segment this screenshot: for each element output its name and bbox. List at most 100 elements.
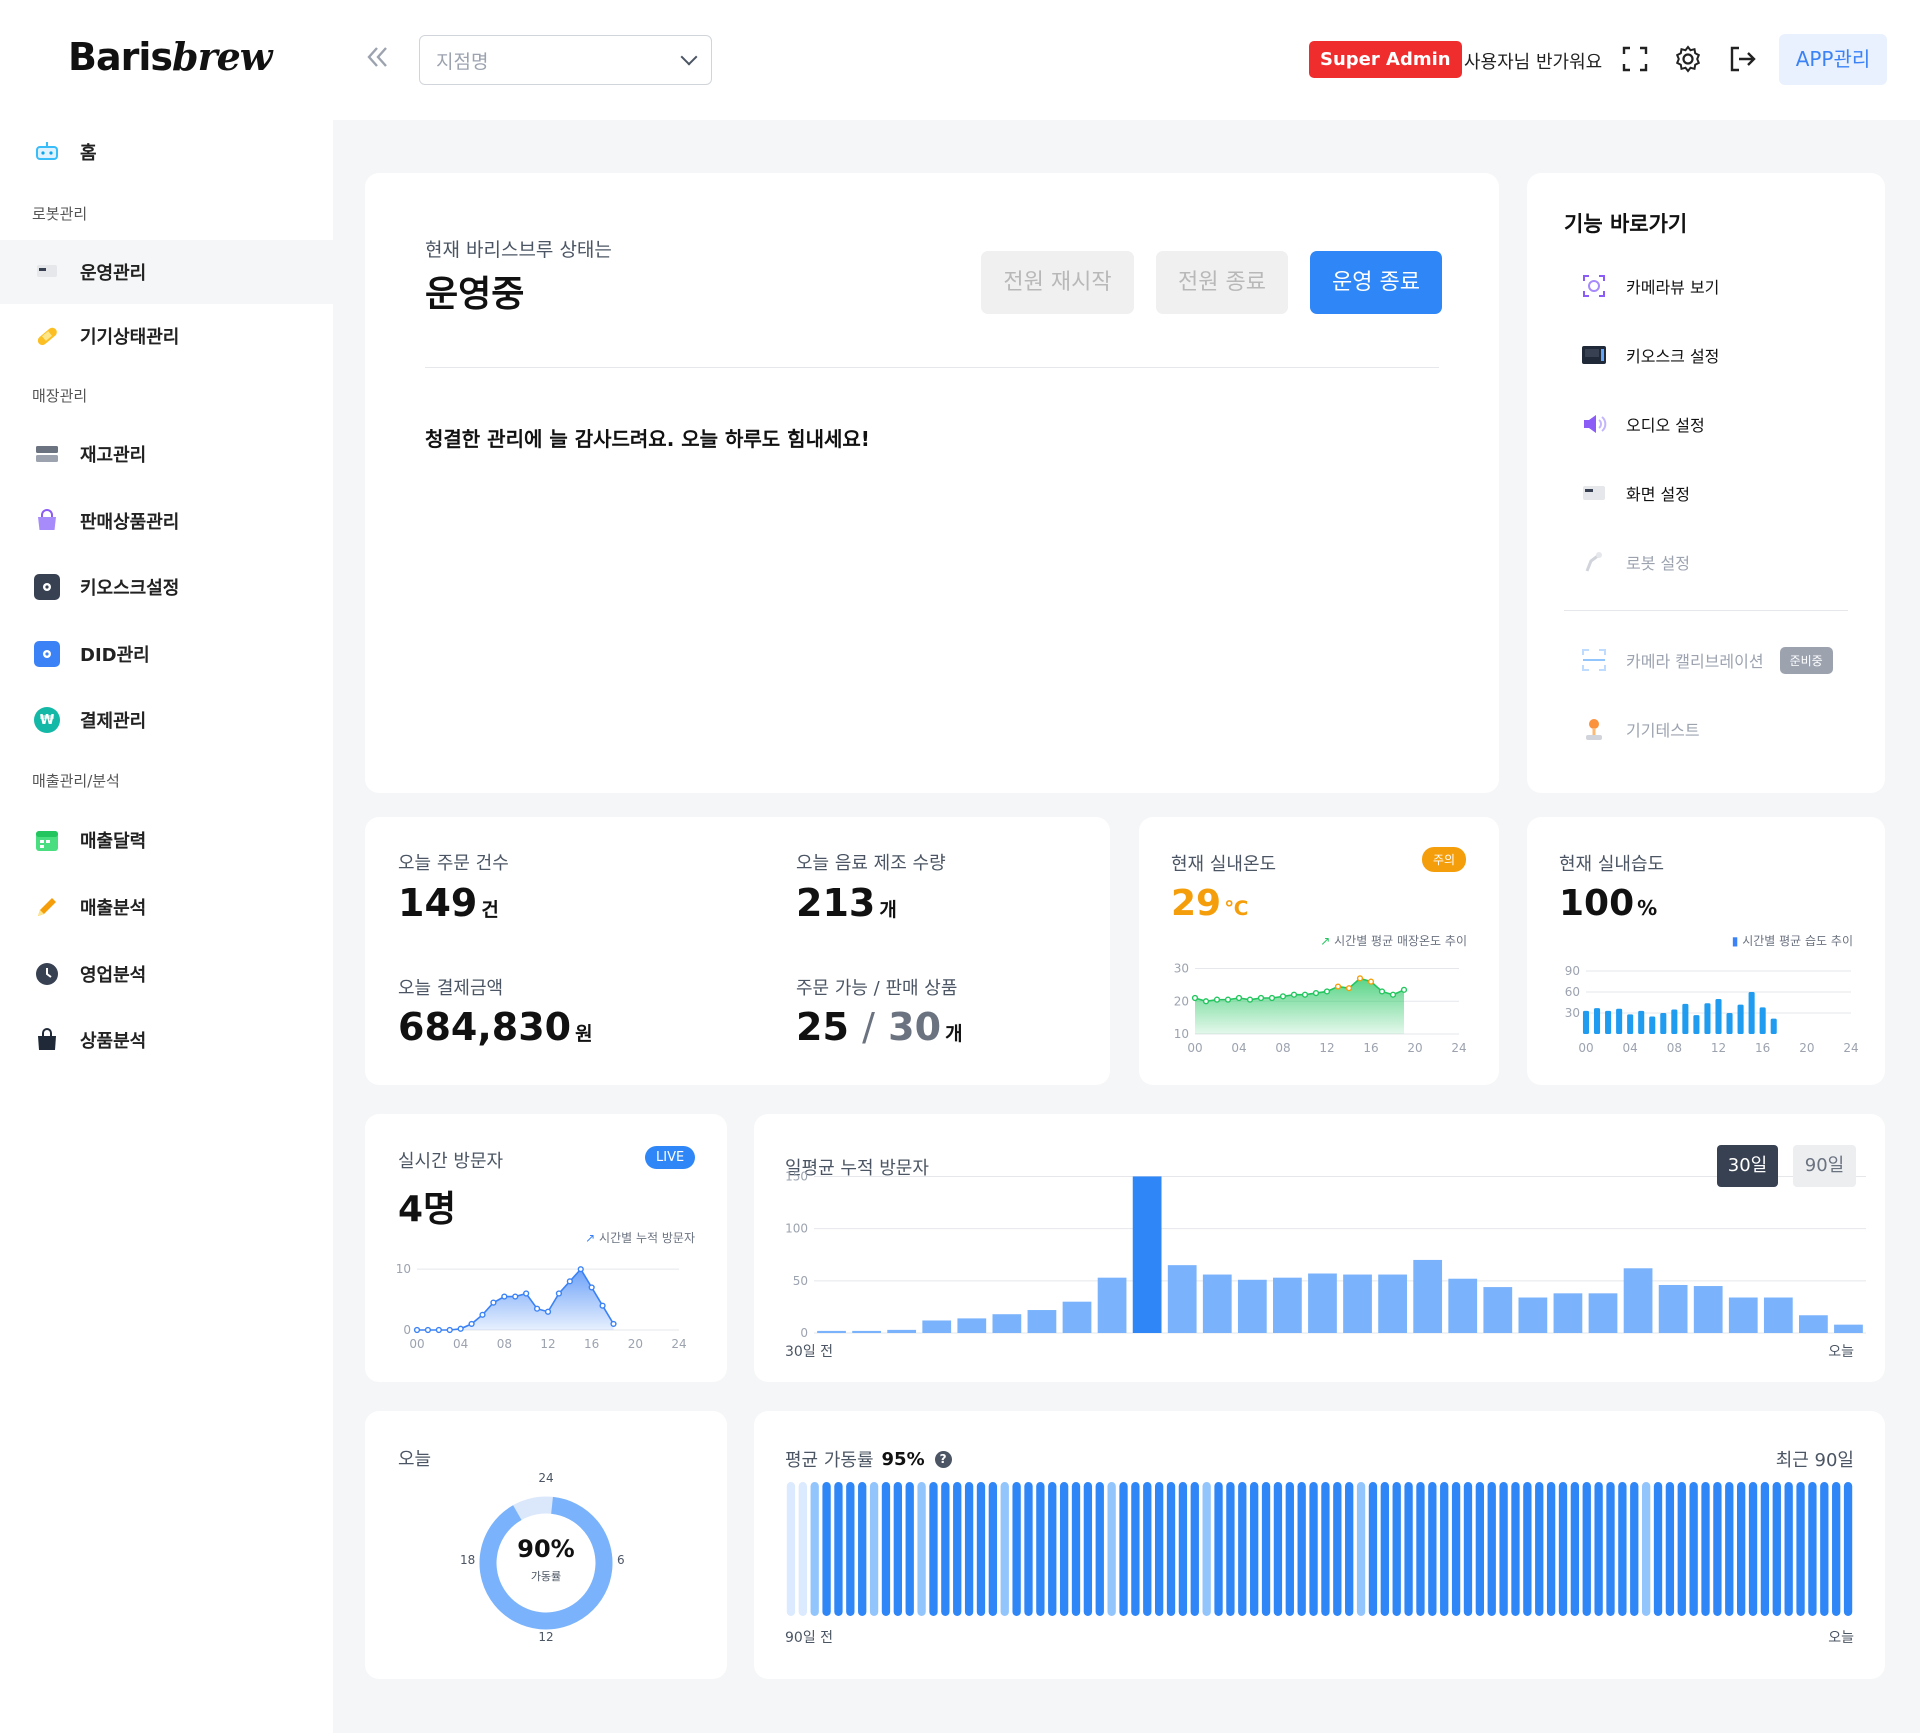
data-point xyxy=(1389,991,1397,998)
drinks-value: 213 개 xyxy=(796,881,897,925)
uptime-day-bar xyxy=(1178,1482,1188,1616)
humidity-bar xyxy=(1627,1014,1634,1034)
data-point xyxy=(1246,996,1254,1003)
x-tick-label: 00 xyxy=(409,1337,424,1351)
tick-12: 12 xyxy=(538,1630,554,1644)
uptime-start-label: 90일 전 xyxy=(785,1630,834,1646)
shortcut-camera-view[interactable]: 카메라뷰 보기 xyxy=(1580,272,1719,300)
uptime-day-bar xyxy=(1428,1482,1437,1616)
donut-value-arc xyxy=(479,1496,613,1630)
x-tick-label: 08 xyxy=(1667,1041,1682,1055)
sidebar-item-home[interactable]: 홈 xyxy=(0,120,333,184)
daily-visitor-bar xyxy=(1343,1274,1372,1333)
uptime-day-bar xyxy=(1689,1482,1698,1616)
visitors-chart: 0 10 00 04 08 12 16 20 24 xyxy=(396,1262,687,1351)
store-select[interactable]: 지점명 xyxy=(419,35,712,85)
sidebar-label: 홈 xyxy=(80,143,97,164)
shortcuts-title: 기능 바로가기 xyxy=(1564,212,1688,236)
fullscreen-icon[interactable] xyxy=(1620,44,1650,74)
y-tick-label: 20 xyxy=(1174,994,1189,1008)
sidebar-item-inventory[interactable]: 재고관리 xyxy=(0,422,333,486)
uptime-day-bar xyxy=(1273,1482,1283,1616)
data-point xyxy=(457,1325,464,1332)
sidebar-item-products[interactable]: 판매상품관리 xyxy=(0,489,333,553)
uptime-caption: 가동률 xyxy=(530,1570,562,1583)
sidebar-item-business-analysis[interactable]: 영업분석 xyxy=(0,942,333,1006)
sidebar-item-did[interactable]: DID관리 xyxy=(0,622,333,686)
uptime-day-bar xyxy=(1630,1482,1639,1616)
sidebar-section-store: 매장관리 xyxy=(32,387,88,405)
shortcut-audio-settings[interactable]: 오디오 설정 xyxy=(1580,410,1705,438)
daily-visitor-bar xyxy=(1273,1277,1302,1333)
uptime-day-bar xyxy=(1416,1482,1425,1616)
uptime-day-bar xyxy=(1725,1482,1734,1616)
products-available: 25 xyxy=(796,1005,849,1049)
shortcut-robot-settings[interactable]: 로봇 설정 xyxy=(1580,548,1690,576)
logout-icon[interactable] xyxy=(1727,44,1757,74)
data-point xyxy=(1279,993,1287,1000)
app-manage-button[interactable]: APP관리 xyxy=(1779,34,1887,85)
data-point xyxy=(512,1293,519,1300)
x-tick-label: 20 xyxy=(1799,1041,1814,1055)
payment-number: 684,830 xyxy=(398,1005,572,1049)
uptime-day-bar xyxy=(1618,1482,1627,1616)
daily-visitor-bar xyxy=(1062,1301,1092,1333)
shortcut-camera-calibration[interactable]: 카메라 캘리브레이션 준비중 xyxy=(1580,646,1833,674)
brand-logo[interactable]: Barisbrew xyxy=(68,34,272,79)
divider xyxy=(425,367,1439,368)
brand-name-part2: brew xyxy=(172,34,272,79)
settings-gear-icon[interactable] xyxy=(1673,44,1703,74)
shortcut-label: 기기테스트 xyxy=(1626,721,1700,740)
daily-start-label: 30일 전 xyxy=(785,1344,834,1360)
sidebar-item-operation[interactable]: 운영관리 xyxy=(0,240,333,304)
power-restart-button[interactable]: 전원 재시작 xyxy=(981,251,1134,314)
sidebar-item-sales-analysis[interactable]: 매출분석 xyxy=(0,875,333,939)
data-point xyxy=(1213,996,1221,1003)
sidebar-label: 결제관리 xyxy=(80,711,147,732)
sidebar-item-kiosk[interactable]: 키오스크설정 xyxy=(0,555,333,619)
range-90-button[interactable]: 90일 xyxy=(1793,1145,1856,1187)
uptime-day-bar xyxy=(917,1482,926,1616)
uptime-day-bar xyxy=(1119,1482,1128,1616)
sidebar-item-sales-calendar[interactable]: 매출달력 xyxy=(0,808,333,872)
uptime-day-bar xyxy=(964,1482,974,1616)
sidebar-item-payment[interactable]: ₩ 결제관리 xyxy=(0,688,333,752)
uptime-day-bar xyxy=(822,1482,831,1616)
sidebar-item-device-status[interactable]: 기기상태관리 xyxy=(0,304,333,368)
y-tick-label: 0 xyxy=(800,1326,808,1340)
collapse-sidebar-icon[interactable] xyxy=(362,42,398,78)
uptime-day-bar xyxy=(1523,1482,1532,1616)
uptime-day-bar xyxy=(1250,1482,1259,1616)
stop-operation-button[interactable]: 운영 종료 xyxy=(1310,251,1442,314)
daily-visitor-bar xyxy=(1693,1286,1723,1333)
uptime-day-bar xyxy=(1095,1482,1104,1616)
uptime-day-bar xyxy=(1546,1482,1556,1616)
uptime-day-bar xyxy=(1701,1482,1710,1616)
shortcut-kiosk-settings[interactable]: 키오스크 설정 xyxy=(1580,341,1719,369)
robot-home-icon xyxy=(34,139,60,165)
daily-visitor-bar xyxy=(887,1329,917,1333)
chevron-down-icon xyxy=(680,48,698,66)
x-tick-label: 00 xyxy=(1187,1041,1202,1055)
data-point xyxy=(424,1326,432,1334)
uptime-day-bar xyxy=(1154,1482,1164,1616)
x-tick-label: 12 xyxy=(1711,1041,1726,1055)
preparing-badge: 준비중 xyxy=(1779,646,1833,674)
humidity-chart: 30 60 90 00 04 08 12 16 20 24 xyxy=(1565,964,1859,1055)
sidebar-item-product-analysis[interactable]: 상품분석 xyxy=(0,1008,333,1072)
x-tick-label: 16 xyxy=(1363,1041,1378,1055)
kiosk-gear-icon xyxy=(34,574,60,600)
status-message: 청결한 관리에 늘 감사드려요. 오늘 하루도 힘내세요! xyxy=(425,427,870,451)
avg-uptime-card: 평균 가동률 95% ? 최근 90일 90일 전 오늘 xyxy=(754,1411,1885,1679)
power-off-button[interactable]: 전원 종료 xyxy=(1156,251,1288,314)
range-30-button[interactable]: 30일 xyxy=(1717,1145,1778,1187)
shortcut-device-test[interactable]: 기기테스트 xyxy=(1580,715,1700,743)
uptime-day-bar xyxy=(1653,1482,1663,1616)
shortcut-screen-settings[interactable]: 화면 설정 xyxy=(1580,479,1690,507)
drinks-number: 213 xyxy=(796,881,876,925)
sidebar-label: 매출분석 xyxy=(80,898,147,919)
y-tick-label: 50 xyxy=(793,1274,808,1288)
won-coin-icon: ₩ xyxy=(34,707,60,733)
camera-focus-icon xyxy=(1580,272,1608,300)
uptime-day-bar xyxy=(1760,1482,1770,1616)
